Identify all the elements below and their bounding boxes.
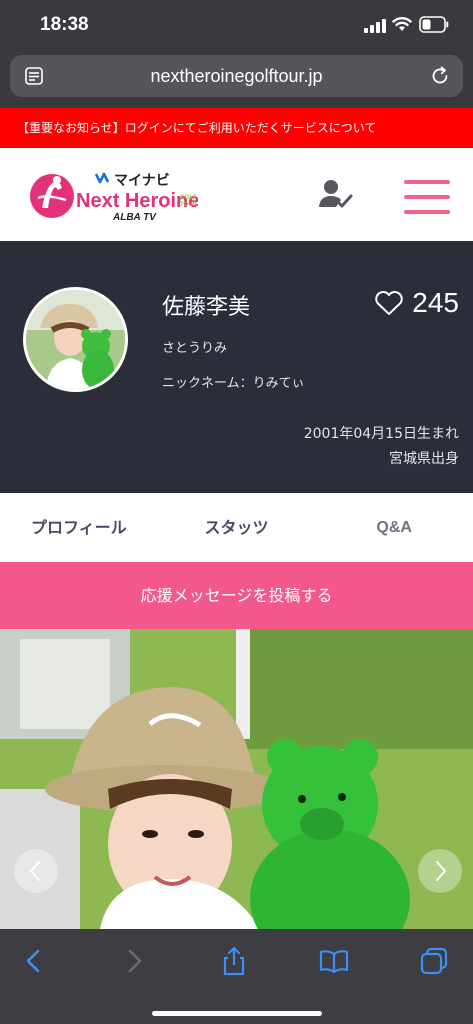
player-nickname: ニックネーム：りみてぃ: [162, 376, 305, 391]
back-icon[interactable]: [18, 945, 50, 977]
status-bar: 18:38: [0, 0, 473, 50]
battery-icon: [419, 16, 449, 33]
tab-qa[interactable]: Q&A: [315, 493, 473, 562]
hamburger-menu-icon[interactable]: [404, 180, 450, 214]
carousel-prev-button[interactable]: [14, 849, 58, 893]
player-birthdate: 2001年04月15日生まれ: [303, 426, 459, 442]
site-header: マイナビ Next Heroine GOLF TOUR ALBA TV: [0, 148, 473, 241]
post-support-message-button[interactable]: 応援メッセージを投稿する: [0, 562, 473, 629]
wifi-icon: [392, 17, 412, 31]
chevron-right-icon: [436, 861, 447, 881]
important-notice-banner[interactable]: 【重要なお知らせ】ログインにてご利用いただくサービスについて: [0, 108, 473, 148]
tabs-icon[interactable]: [418, 945, 450, 977]
heart-icon[interactable]: [374, 290, 404, 316]
browser-toolbar: [0, 929, 473, 1024]
tab-stats[interactable]: スタッツ: [158, 493, 316, 562]
address-url[interactable]: nextheroinegolftour.jp: [10, 66, 463, 87]
chevron-left-icon: [29, 861, 40, 881]
player-avatar: [23, 287, 128, 392]
player-hometown: 宮城県出身: [389, 451, 459, 467]
share-icon[interactable]: [218, 945, 250, 977]
player-photo-carousel[interactable]: [0, 629, 473, 929]
logo-brand: マイナビ: [114, 173, 170, 189]
user-check-icon[interactable]: [318, 178, 354, 210]
reload-icon[interactable]: [429, 65, 451, 87]
logo-sponsor: ALBA TV: [112, 212, 157, 223]
logo-title: Next Heroine: [76, 190, 198, 212]
player-name-kana: さとうりみ: [162, 341, 228, 356]
player-photo: [0, 629, 473, 929]
player-name: 佐藤李美: [162, 295, 251, 320]
tab-profile[interactable]: プロフィール: [0, 493, 158, 562]
status-time: 18:38: [40, 14, 89, 35]
bookmarks-icon[interactable]: [318, 945, 350, 977]
site-logo[interactable]: マイナビ Next Heroine GOLF TOUR ALBA TV: [28, 168, 198, 224]
profile-tabs: プロフィール スタッツ Q&A: [0, 493, 473, 562]
like-counter[interactable]: 245: [374, 285, 459, 321]
player-profile-card: 佐藤李美 さとうりみ ニックネーム：りみてぃ 245 2001年04月15日生ま…: [0, 241, 473, 493]
browser-address-area: nextheroinegolftour.jp: [0, 50, 473, 108]
home-indicator: [152, 1011, 322, 1016]
cellular-signal-icon: [364, 19, 386, 33]
forward-icon[interactable]: [118, 945, 150, 977]
carousel-next-button[interactable]: [418, 849, 462, 893]
address-bar[interactable]: nextheroinegolftour.jp: [10, 55, 463, 97]
logo-tour: TOUR: [180, 202, 198, 208]
likes-count: 245: [412, 287, 459, 318]
logo-golf: GOLF: [180, 195, 197, 201]
